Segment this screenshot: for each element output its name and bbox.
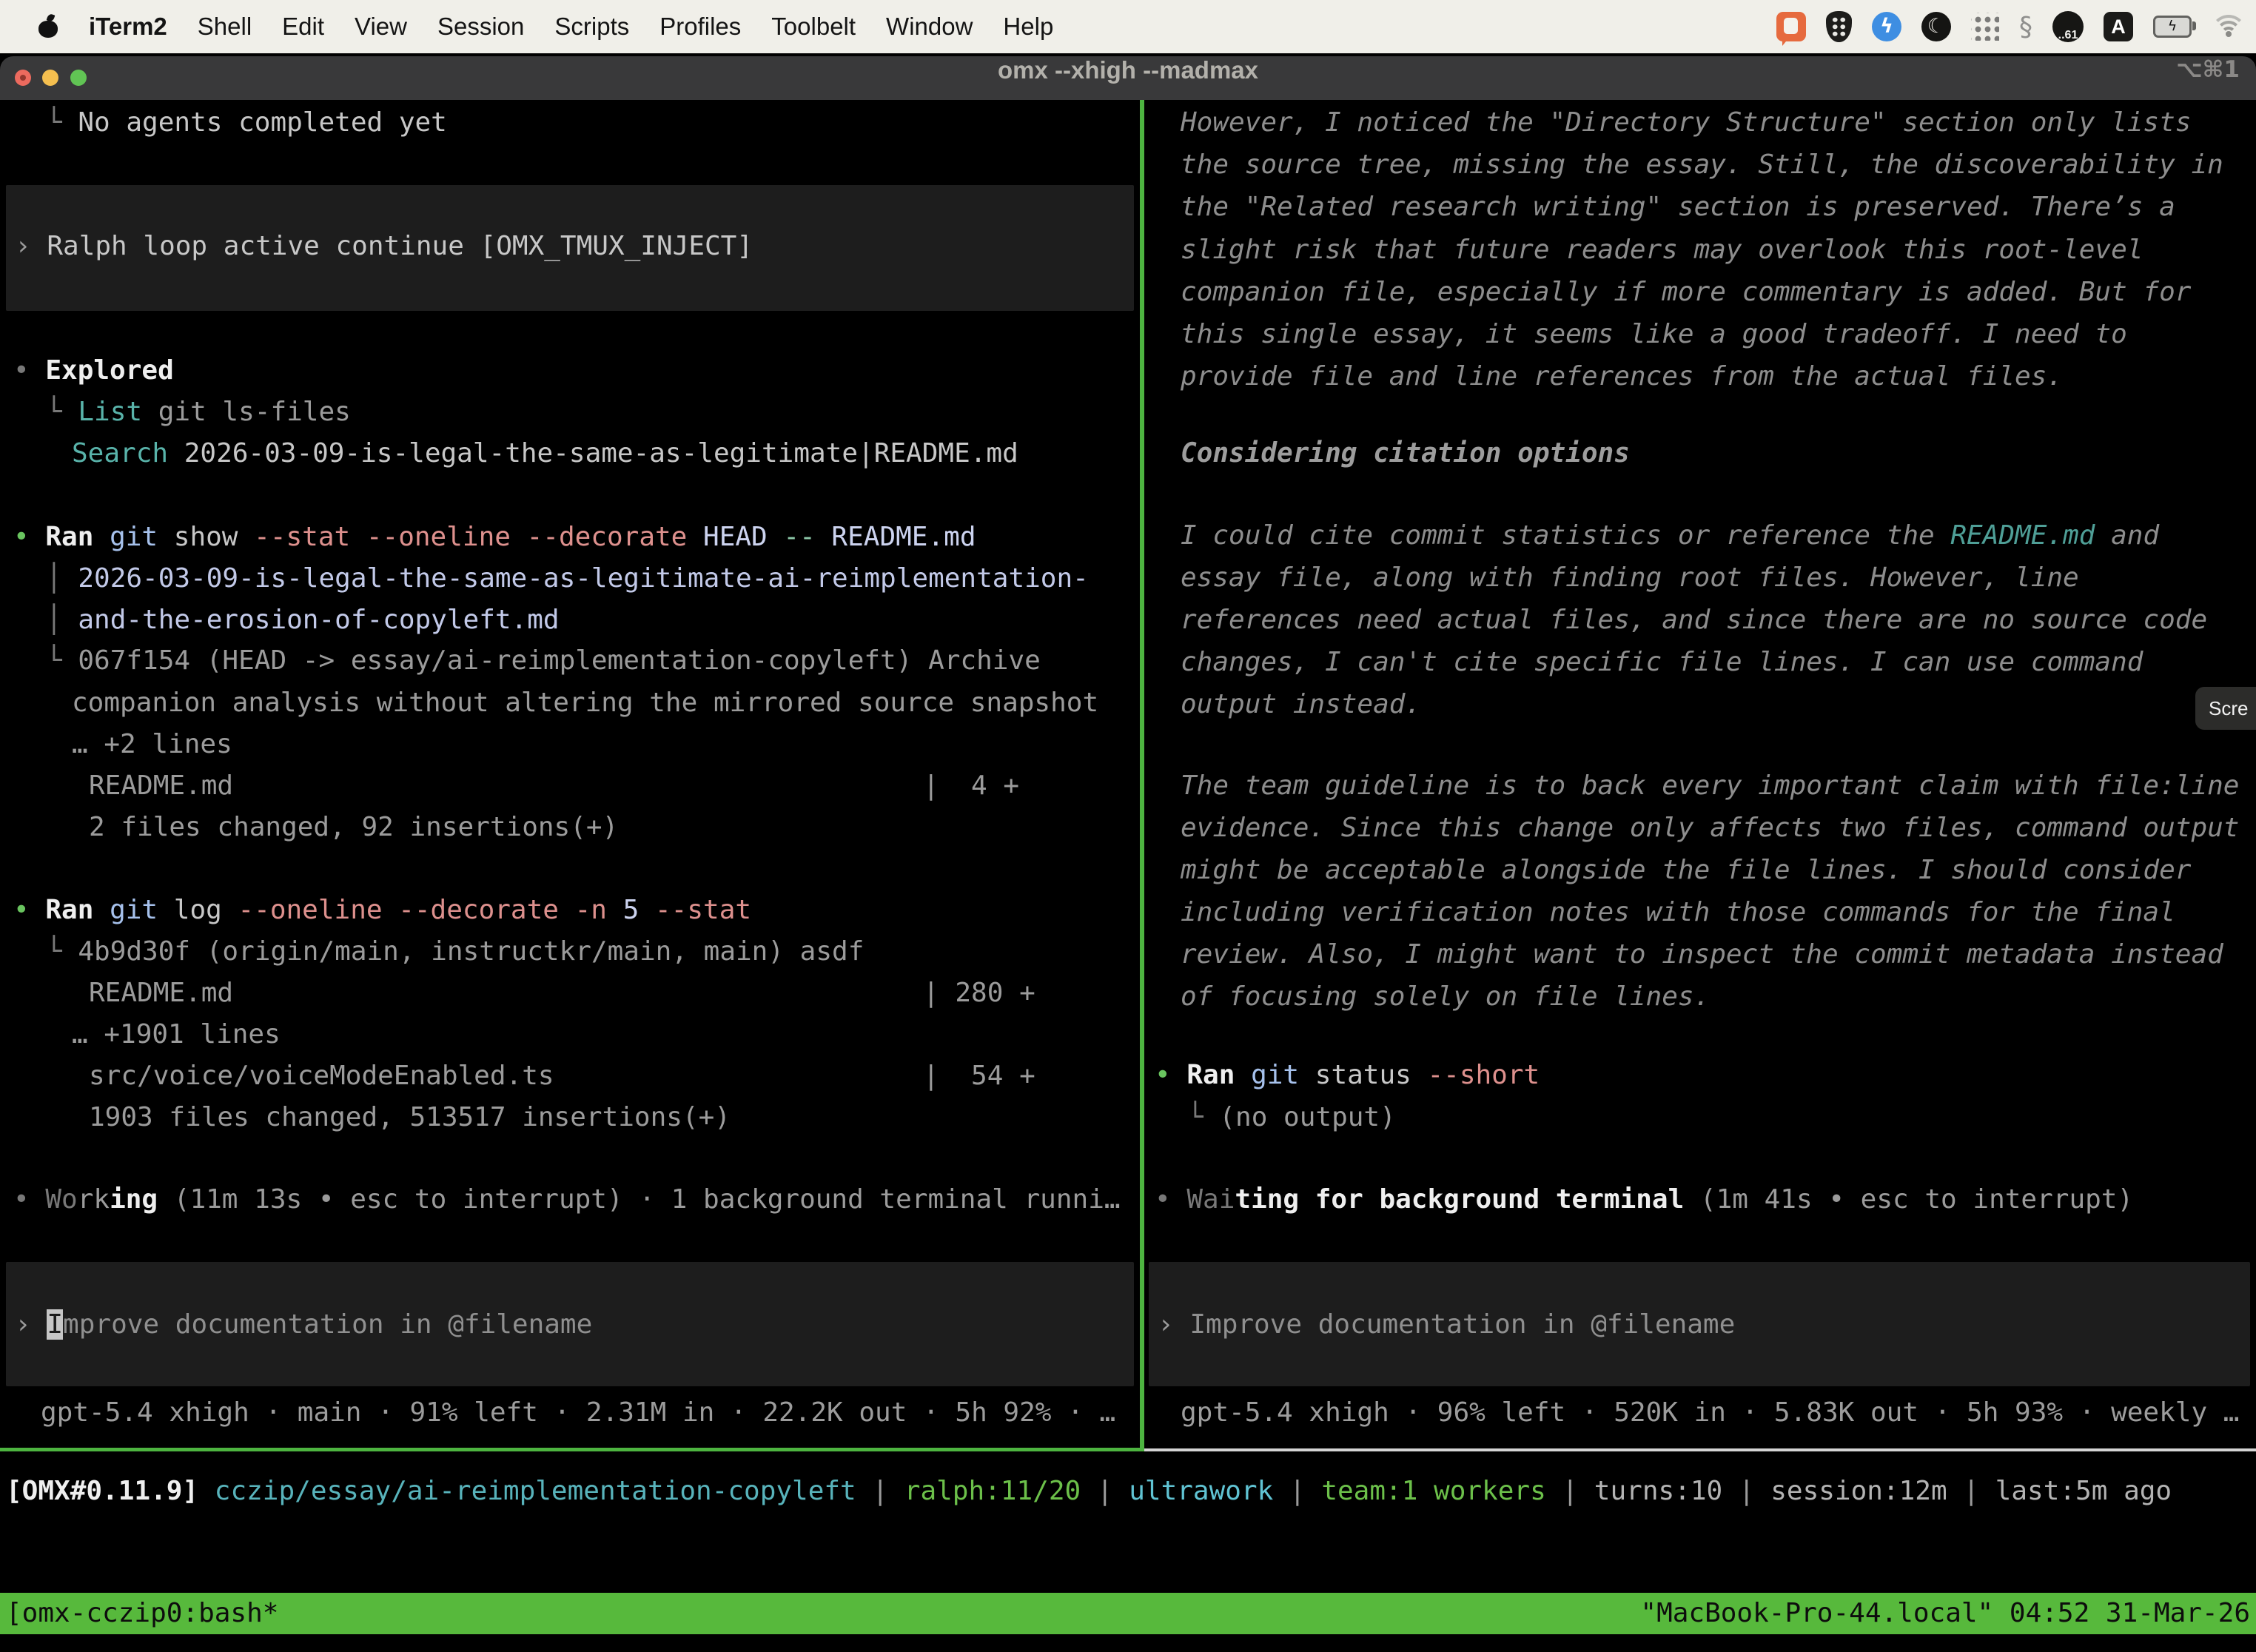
ralph-loop-line: › Ralph loop active continue [OMX_TMUX_I… [15, 225, 753, 267]
battery-percent-badge-icon[interactable]: ..61 [2052, 11, 2084, 42]
prompt-input-line: › Improve documentation in @filename [15, 1303, 592, 1346]
menu-item-edit[interactable]: Edit [282, 13, 324, 41]
hook-icon[interactable]: § [2019, 12, 2032, 42]
working-status-line: • Working (11m 13s • esc to interrupt) ·… [13, 1178, 1121, 1220]
thinking-p3-l3: might be acceptable alongside the file l… [1181, 849, 2191, 891]
window-shortcut-badge: ⌥⌘1 [2176, 56, 2240, 100]
screen-record-icon[interactable] [1776, 12, 1806, 41]
window-title: omx --xhigh --madmax [0, 56, 2256, 100]
thinking-p2-l4: changes, I can't cite specific file line… [1181, 641, 2143, 683]
log-commit-line: └ 4b9d30f (origin/main, instructkr/main,… [46, 930, 864, 973]
thinking-p3-l1: The team guideline is to back every impo… [1181, 765, 2239, 807]
thinking-p1-l6: this single essay, it seems like a good … [1181, 313, 2127, 355]
menu-item-view[interactable]: View [355, 13, 407, 41]
wifi-icon[interactable] [2212, 13, 2246, 40]
thinking-p1-l4: slight risk that future readers may over… [1181, 229, 2143, 271]
battery-icon[interactable]: ϟ [2153, 16, 2192, 38]
prompt-input-line: › Improve documentation in @filename [1158, 1303, 1735, 1346]
apple-menu-icon[interactable] [38, 16, 58, 38]
waiting-status-line: • Waiting for background terminal (1m 41… [1155, 1178, 2133, 1220]
ran-git-log-command: • Ran git log --oneline --decorate -n 5 … [13, 889, 751, 931]
commit-line-wrap: companion analysis without altering the … [72, 682, 1098, 724]
log-stat-voice: src/voice/voiceModeEnabled.ts | 54 + [89, 1055, 1035, 1097]
menu-bar: iTerm2 Shell Edit View Session Scripts Profile… [0, 0, 2256, 53]
thinking-p1-l2: the source tree, missing the essay. Stil… [1181, 144, 2223, 186]
desktop: iTerm2 Shell Edit View Session Scripts Profile… [0, 0, 2256, 1652]
thinking-p2-l5: output instead. [1181, 683, 1421, 725]
menu-item-profiles[interactable]: Profiles [659, 13, 741, 41]
thinking-p1-l7: provide file and line references from th… [1181, 355, 2063, 397]
menubar-status-icons: ϟ ☾ § ..61 A ϟ [1776, 0, 2246, 53]
thinking-p3-l5: review. Also, I might want to inspect th… [1181, 933, 2223, 976]
right-pane[interactable]: However, I noticed the "Directory Struct… [1149, 100, 2256, 1451]
tmux-status-bar: [omx-cczip0:bash* "MacBook-Pro-44.local"… [0, 1593, 2256, 1634]
session-stats-line: gpt-5.4 xhigh · 96% left · 520K in · 5.8… [1181, 1391, 2239, 1434]
commit-line: └ 067f154 (HEAD -> essay/ai-reimplementa… [46, 639, 1041, 682]
left-pane[interactable]: └ No agents completed yet › Ralph loop ac… [0, 100, 1140, 1451]
filename-wrap-line-1: │ 2026-03-09-is-legal-the-same-as-legiti… [46, 557, 1089, 600]
thinking-p1-l1: However, I noticed the "Directory Struct… [1181, 101, 2191, 144]
spark-badge-icon[interactable]: ϟ [1872, 12, 1901, 41]
thinking-p2-l1: I could cite commit statistics or refere… [1181, 514, 2159, 557]
thinking-p2-l2: essay file, along with finding root file… [1181, 557, 2079, 599]
left-pane-bottom-border [0, 1448, 1140, 1451]
tmux-host-clock-label: "MacBook-Pro-44.local" 04:52 31-Mar-26 [1640, 1593, 2250, 1634]
filename-wrap-line-2: │ and-the-erosion-of-copyleft.md [46, 599, 560, 641]
session-stats-line: gpt-5.4 xhigh · main · 91% left · 2.31M … [41, 1391, 1115, 1434]
menu-item-help[interactable]: Help [1003, 13, 1053, 41]
log-stat-readme: README.md | 280 + [89, 972, 1035, 1014]
thinking-p3-l4: including verification notes with those … [1181, 891, 2175, 933]
app-grid-icon[interactable] [1971, 13, 1999, 41]
thinking-heading: Considering citation options [1181, 432, 1630, 474]
terminal-area[interactable]: └ No agents completed yet › Ralph loop ac… [0, 100, 2256, 1652]
menu-item-toolbelt[interactable]: Toolbelt [771, 13, 856, 41]
menu-item-window[interactable]: Window [886, 13, 973, 41]
iterm-window: omx --xhigh --madmax ⌥⌘1 └ No agents com… [0, 56, 2256, 1652]
omx-status-line: [OMX#0.11.9] cczip/essay/ai-reimplementa… [6, 1470, 2172, 1512]
explored-search-line: Search 2026-03-09-is-legal-the-same-as-l… [72, 432, 1018, 474]
thinking-p2-l3: references need actual files, and since … [1181, 599, 2207, 641]
agents-status-line: └ No agents completed yet [46, 101, 447, 144]
thinking-p3-l2: evidence. Since this change only affects… [1181, 807, 2239, 849]
ran-git-show-command: • Ran git show --stat --oneline --decora… [13, 516, 976, 558]
tmux-session-label: [omx-cczip0:bash* [6, 1593, 278, 1634]
title-bar[interactable]: omx --xhigh --madmax ⌥⌘1 [0, 56, 2256, 100]
input-source-icon[interactable]: A [2104, 12, 2133, 41]
menu-item-session[interactable]: Session [437, 13, 524, 41]
thinking-p1-l3: the "Related research writing" section i… [1181, 186, 2175, 228]
more-lines-indicator: … +2 lines [72, 723, 232, 765]
shield-icon[interactable] [1826, 11, 1852, 42]
thinking-p1-l5: companion file, especially if more comme… [1181, 271, 2191, 313]
log-summary-line: 1903 files changed, 513517 insertions(+) [89, 1096, 731, 1138]
stat-line-readme: README.md | 4 + [89, 765, 1019, 807]
log-more-lines: … +1901 lines [72, 1013, 281, 1055]
screen-tooltip[interactable]: Scre [2195, 687, 2256, 730]
explored-header: • Explored [13, 349, 174, 392]
stat-summary-line: 2 files changed, 92 insertions(+) [89, 806, 618, 848]
thinking-p3-l6: of focusing solely on file lines. [1181, 976, 1710, 1018]
menu-item-scripts[interactable]: Scripts [554, 13, 629, 41]
ran-git-status-command: • Ran git status --short [1155, 1054, 1540, 1096]
pane-divider[interactable] [1140, 100, 1144, 1451]
no-output-line: └ (no output) [1187, 1096, 1396, 1138]
menu-item-iterm2[interactable]: iTerm2 [89, 13, 167, 41]
crescent-icon[interactable]: ☾ [1921, 12, 1951, 41]
explored-list-line: └ List git ls-files [46, 391, 351, 433]
menu-item-shell[interactable]: Shell [198, 13, 252, 41]
menu-items: iTerm2 Shell Edit View Session Scripts Profile… [89, 13, 1053, 41]
